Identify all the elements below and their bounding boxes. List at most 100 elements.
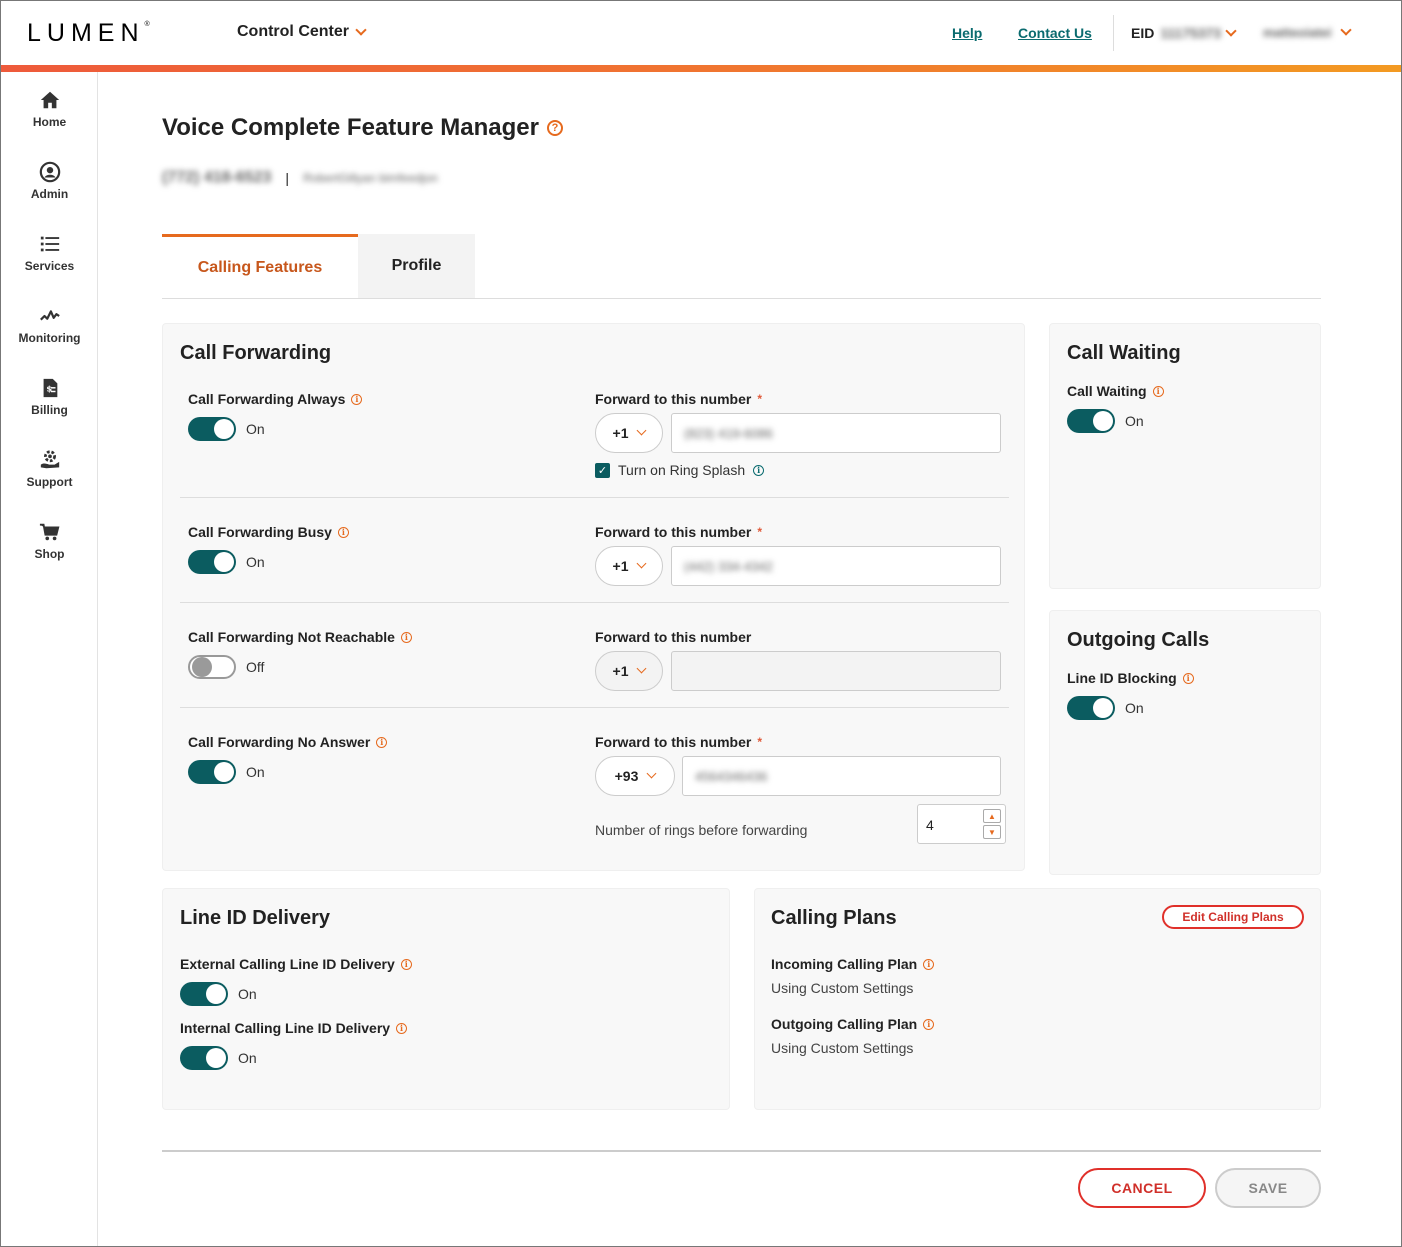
contact-us-link[interactable]: Contact Us [1018, 25, 1092, 41]
toggle-state: Off [246, 659, 265, 675]
sidebar-item-support[interactable]: Support [1, 449, 98, 489]
toggle-state: On [246, 554, 265, 570]
ring-splash-checkbox[interactable]: ✓ Turn on Ring Splash i [595, 462, 765, 478]
outgoing-plan-value: Using Custom Settings [771, 1040, 914, 1056]
eid-selector[interactable]: EID 11175373 [1131, 24, 1237, 41]
toggle-switch[interactable] [188, 550, 236, 574]
sidebar-item-billing[interactable]: $ Billing [1, 377, 98, 417]
call-waiting-toggle[interactable]: On [1067, 409, 1144, 433]
sidebar-item-monitoring[interactable]: Monitoring [1, 305, 98, 345]
sidebar-item-services[interactable]: Services [1, 233, 98, 273]
info-icon[interactable]: i [376, 736, 388, 748]
ring-splash-label: Turn on Ring Splash [618, 462, 746, 478]
toggle-state: On [238, 1050, 257, 1066]
row-divider [180, 707, 1009, 708]
separator: | [285, 170, 290, 186]
cfa-toggle[interactable]: On [188, 417, 265, 441]
tab-calling-features[interactable]: Calling Features [162, 234, 358, 298]
phone-number: (772) 418-6523 [162, 169, 272, 186]
toggle-switch[interactable] [188, 760, 236, 784]
cfna-toggle[interactable]: On [188, 760, 265, 784]
account-name: RobertGillyan bimfeedjon [303, 171, 438, 185]
toggle-state: On [1125, 700, 1144, 716]
header-divider [1113, 15, 1114, 51]
internal-line-id-label: Internal Calling Line ID Delivery i [180, 1020, 408, 1036]
internal-line-id-toggle[interactable]: On [180, 1046, 257, 1070]
sidebar-item-label: Admin [30, 187, 69, 201]
chevron-down-icon [646, 768, 657, 779]
toggle-state: On [246, 764, 265, 780]
cfna-label: Call Forwarding No Answer i [188, 734, 388, 750]
cfna-forward-label: Forward to this number * [595, 734, 763, 750]
info-icon[interactable]: i [1182, 672, 1194, 684]
external-line-id-toggle[interactable]: On [180, 982, 257, 1006]
info-icon[interactable]: i [351, 393, 363, 405]
lumen-logo[interactable]: LUMEN® [27, 19, 150, 48]
line-id-delivery-card: Line ID Delivery External Calling Line I… [162, 888, 730, 1110]
tab-profile[interactable]: Profile [358, 234, 475, 298]
user-name: matteoiatei [1263, 25, 1332, 40]
stepper-up-icon[interactable]: ▲ [983, 809, 1001, 823]
info-icon[interactable]: i [923, 958, 935, 970]
user-menu[interactable]: matteoiatei [1263, 24, 1352, 40]
info-icon[interactable]: i [337, 526, 349, 538]
toggle-state: On [246, 421, 265, 437]
cfb-country-code-select[interactable]: +1 [595, 546, 663, 586]
cfb-toggle[interactable]: On [188, 550, 265, 574]
sidebar-item-label: Monitoring [18, 331, 81, 345]
cfnr-toggle[interactable]: Off [188, 655, 264, 679]
cfa-country-code-select[interactable]: +1 [595, 413, 663, 453]
sidebar-item-label: Shop [34, 547, 65, 561]
toggle-state: On [1125, 413, 1144, 429]
info-icon[interactable]: i [396, 1022, 408, 1034]
toggle-switch[interactable] [188, 655, 236, 679]
sidebar-item-home[interactable]: Home [1, 89, 98, 129]
control-center-menu[interactable]: Control Center [237, 23, 367, 41]
toggle-switch[interactable] [1067, 409, 1115, 433]
rings-label: Number of rings before forwarding [595, 822, 808, 838]
call-waiting-label: Call Waiting i [1067, 383, 1164, 399]
edit-calling-plans-button[interactable]: Edit Calling Plans [1162, 905, 1304, 929]
cfa-number-input[interactable]: (823) 419-6086 [671, 413, 1001, 453]
help-link[interactable]: Help [952, 25, 982, 41]
call-forwarding-card: Call Forwarding Call Forwarding Always i … [162, 323, 1025, 871]
home-icon [40, 91, 59, 109]
save-button[interactable]: SAVE [1215, 1168, 1321, 1208]
help-question-icon[interactable]: ? [547, 120, 563, 136]
toggle-switch[interactable] [180, 1046, 228, 1070]
chevron-down-icon [637, 558, 647, 569]
info-icon[interactable]: i [400, 631, 412, 643]
info-icon[interactable]: i [400, 958, 412, 970]
toggle-switch[interactable] [180, 982, 228, 1006]
incoming-plan-label: Incoming Calling Plan i [771, 956, 935, 972]
toggle-switch[interactable] [1067, 696, 1115, 720]
cfna-number-input[interactable]: 4564346436 [682, 756, 1001, 796]
cfnr-number-input[interactable] [671, 651, 1001, 691]
info-icon[interactable]: i [923, 1018, 935, 1030]
call-waiting-title: Call Waiting [1067, 342, 1181, 364]
top-header: LUMEN® Control Center Help Contact Us EI… [1, 1, 1401, 65]
cfb-forward-label: Forward to this number * [595, 524, 763, 540]
cfna-country-code-select[interactable]: +93 [595, 756, 675, 796]
invoice-icon: $ [43, 378, 57, 398]
line-summary: (772) 418-6523 | RobertGillyan bimfeedjo… [162, 169, 438, 187]
info-icon[interactable]: i [753, 464, 765, 476]
cfnr-country-code-select[interactable]: +1 [595, 651, 663, 691]
pulse-icon [39, 310, 60, 321]
sidebar-item-shop[interactable]: Shop [1, 521, 98, 561]
stepper-down-icon[interactable]: ▼ [983, 825, 1001, 839]
call-waiting-card: Call Waiting Call Waiting i On [1049, 323, 1321, 589]
call-forwarding-title: Call Forwarding [180, 342, 332, 364]
info-icon[interactable]: i [1152, 385, 1164, 397]
line-id-blocking-toggle[interactable]: On [1067, 696, 1144, 720]
toggle-switch[interactable] [188, 417, 236, 441]
eid-value: 11175373 [1160, 25, 1222, 41]
checkmark-icon[interactable]: ✓ [595, 462, 610, 478]
rings-stepper[interactable]: 4 ▲ ▼ [917, 804, 1006, 844]
footer-divider [162, 1150, 1321, 1152]
cancel-button[interactable]: CANCEL [1078, 1168, 1206, 1208]
cfb-number-input[interactable]: (442) 334-4342 [671, 546, 1001, 586]
sidebar-item-admin[interactable]: Admin [1, 161, 98, 201]
cfa-forward-label: Forward to this number * [595, 391, 763, 407]
outgoing-calls-title: Outgoing Calls [1067, 629, 1210, 651]
